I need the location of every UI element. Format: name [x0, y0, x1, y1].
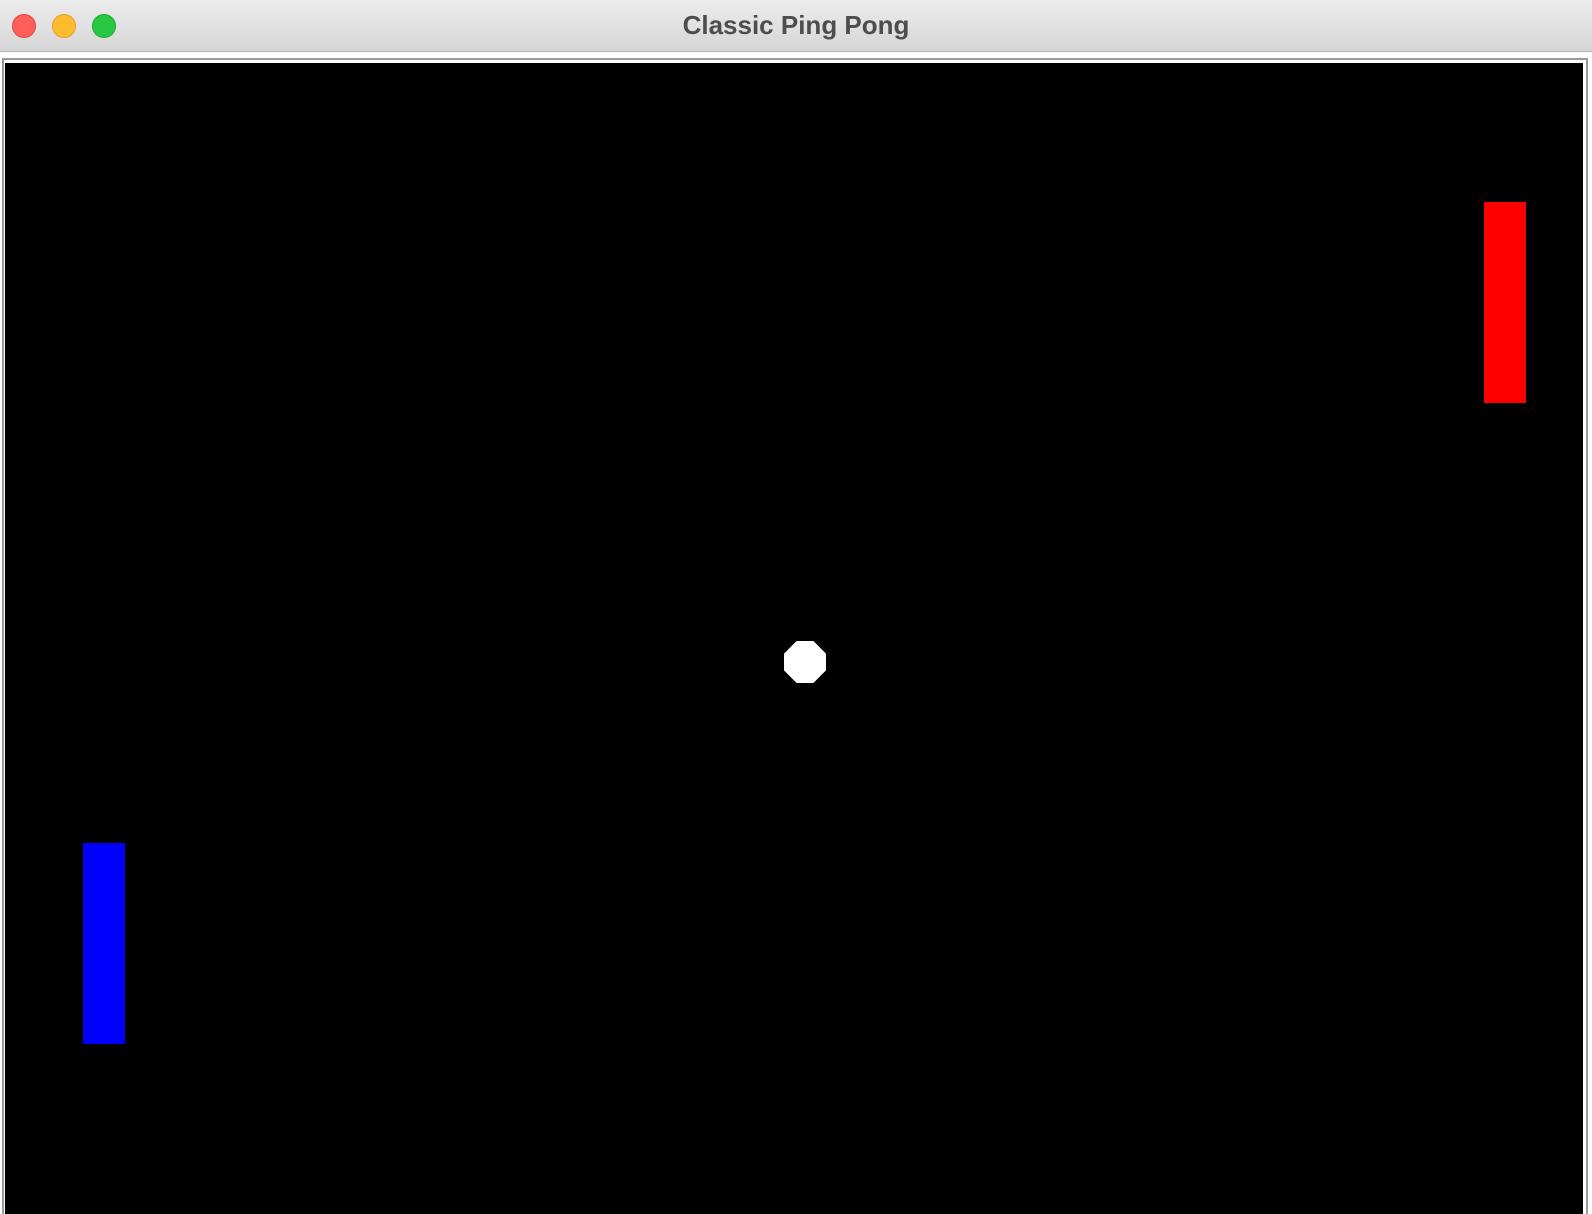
window-title: Classic Ping Pong [682, 10, 910, 40]
app-window: Classic Ping Pong [0, 0, 1592, 1214]
right-paddle [1484, 202, 1526, 403]
left-paddle [83, 843, 125, 1044]
title-bar[interactable]: Classic Ping Pong [0, 0, 1592, 52]
ball [784, 641, 826, 683]
game-canvas[interactable] [5, 63, 1583, 1214]
